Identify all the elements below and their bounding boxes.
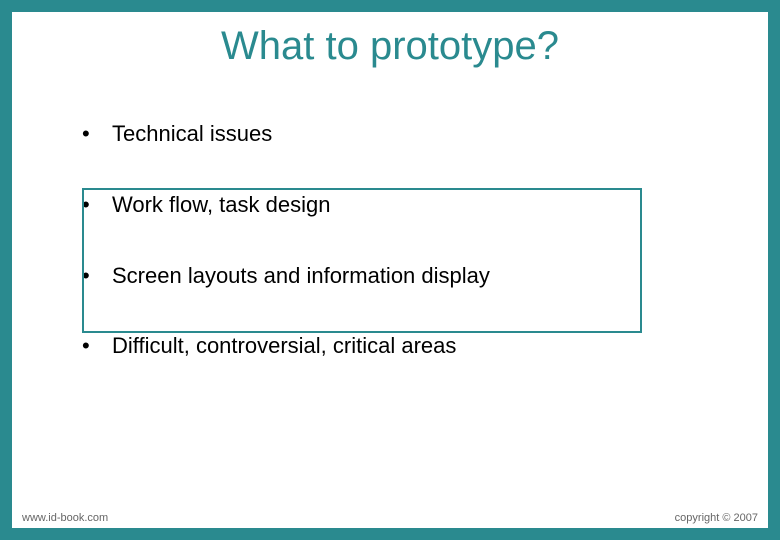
bullet-item: Screen layouts and information display [82, 261, 728, 292]
slide-frame: What to prototype? Technical issues Work… [0, 0, 780, 540]
footer-url: www.id-book.com [22, 512, 108, 524]
bullet-item: Technical issues [82, 119, 728, 150]
slide-footer: www.id-book.com copyright © 2007 [12, 512, 768, 524]
bullet-item: Difficult, controversial, critical areas [82, 331, 728, 362]
bullet-item: Work flow, task design [82, 190, 728, 221]
slide-content: Technical issues Work flow, task design … [12, 119, 768, 362]
slide-title: What to prototype? [12, 24, 768, 69]
footer-copyright: copyright © 2007 [675, 512, 758, 524]
